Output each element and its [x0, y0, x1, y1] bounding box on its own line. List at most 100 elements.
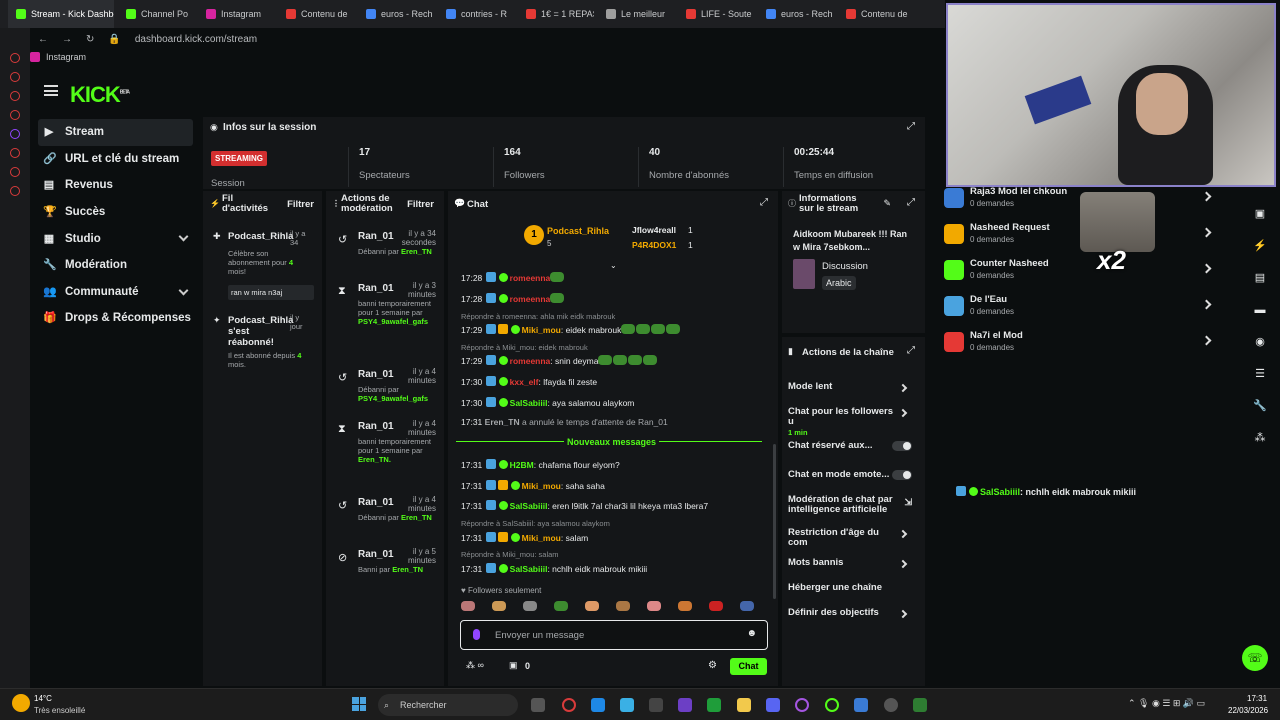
chevron-right-icon[interactable]	[1201, 335, 1212, 346]
browser-tab[interactable]: Channel Po	[118, 0, 194, 28]
channel-action-5[interactable]: Modération de chat par intelligence arti…	[788, 495, 916, 515]
taskbar-app-icon[interactable]	[678, 698, 692, 712]
mic-icon[interactable]	[473, 629, 480, 640]
nav-item-url-et-clé-du-stream[interactable]: 🔗 URL et clé du stream	[38, 146, 193, 173]
taskbar-app-icon[interactable]	[620, 698, 634, 712]
channel-action-6[interactable]: Restriction d'âge du com	[788, 528, 916, 548]
chevron-right-icon[interactable]	[1201, 191, 1212, 202]
message-user[interactable]: Miki_mou	[522, 481, 561, 491]
taskbar-app-icon[interactable]	[591, 698, 605, 712]
moderation-item[interactable]: ⊘ Ran_01 il y a 5 minutes Banni par Eren_TN	[326, 547, 444, 595]
message-user[interactable]: SalSabiiil	[510, 501, 548, 511]
moderation-item[interactable]: ↺ Ran_01 il y a 34 secondes Débanni par Ere…	[326, 229, 444, 277]
nav-item-modération[interactable]: 🔧 Modération	[38, 252, 193, 279]
nav-item-drops-récompenses[interactable]: 🎁 Drops & Récompenses	[38, 305, 193, 332]
browser-tab[interactable]: Contenu de	[278, 0, 354, 28]
message-user[interactable]: Miki_mou	[522, 533, 561, 543]
popout-icon[interactable]: ⤢	[907, 121, 915, 132]
taskbar-app-icon[interactable]	[649, 698, 663, 712]
address-bar[interactable]: ← → ↻ 🔒 dashboard.kick.com/stream	[0, 28, 945, 50]
browser-tab[interactable]: LIFE - Soute	[678, 0, 754, 28]
moderation-target[interactable]: Ran_01	[358, 369, 394, 380]
message-user[interactable]: romeenna	[510, 294, 551, 304]
taskbar-search[interactable]: ⌕ Rechercher	[378, 694, 518, 716]
channel-action-4[interactable]: Chat en mode emote...	[788, 470, 916, 480]
browser-tab[interactable]: euros - Rech	[358, 0, 434, 28]
message-user[interactable]: Eren_TN	[485, 417, 520, 427]
url-text[interactable]: dashboard.kick.com/stream	[135, 34, 257, 45]
popout-icon[interactable]: ⤢	[907, 197, 915, 208]
clock-time[interactable]: 17:31	[1247, 694, 1267, 703]
message-user[interactable]: SalSabiiil	[510, 398, 548, 408]
browser-tab[interactable]: euros - Rech	[758, 0, 834, 28]
menu-icon[interactable]	[44, 85, 58, 96]
opera-gx-icon[interactable]	[795, 698, 809, 712]
top-gifter-name[interactable]: Podcast_Rihla	[547, 226, 609, 236]
chevron-right-icon[interactable]	[898, 559, 908, 569]
message-user[interactable]: SalSabiiil	[510, 564, 548, 574]
layout-icon[interactable]: ▣	[1251, 205, 1269, 223]
folder-icon[interactable]	[737, 698, 751, 712]
nav-item-revenus[interactable]: ▤ Revenus	[38, 172, 193, 199]
chevron-right-icon[interactable]	[1201, 263, 1212, 274]
channel-action-9[interactable]: Définir des objectifs	[788, 608, 916, 619]
toggle-switch[interactable]	[892, 470, 912, 480]
forward-icon[interactable]: →	[62, 34, 72, 45]
message-user[interactable]: romeenna	[510, 356, 551, 366]
moderation-moderator[interactable]: PSY4_9awafel_gafs	[358, 394, 428, 403]
windows-start-icon[interactable]	[352, 697, 366, 711]
nav-item-studio[interactable]: ▦ Studio	[38, 225, 193, 252]
support-icon[interactable]: ☏	[1242, 645, 1268, 671]
edit-icon[interactable]: ✎	[883, 198, 891, 209]
list-icon[interactable]: ☰	[1251, 365, 1269, 383]
sidebar-icon[interactable]	[10, 91, 20, 101]
browser-tab[interactable]: contries - R	[438, 0, 514, 28]
reward-item[interactable]: De l'Eau 0 demandes	[942, 294, 1222, 324]
chevron-down-icon[interactable]	[178, 285, 189, 296]
moderation-moderator[interactable]: Eren_TN.	[358, 455, 391, 464]
reward-item[interactable]: Na7i el Mod 0 demandes	[942, 330, 1222, 360]
moderation-item[interactable]: ↺ Ran_01 il y a 4 minutes Débanni par Eren_…	[326, 495, 444, 543]
moderation-moderator[interactable]: Eren_TN	[392, 565, 423, 574]
gifter-name[interactable]: P4R4DOX1	[632, 240, 676, 250]
nav-item-succ-s[interactable]: 🏆 Succès	[38, 199, 193, 226]
kick-app-icon[interactable]	[913, 698, 927, 712]
gear-icon[interactable]: ⚙	[708, 660, 717, 671]
moderation-target[interactable]: Ran_01	[358, 421, 394, 432]
broadcast-icon[interactable]: ◉	[1251, 333, 1269, 351]
message-user[interactable]: Miki_mou	[522, 325, 561, 335]
sidebar-icon[interactable]	[10, 72, 20, 82]
discord-icon[interactable]	[766, 698, 780, 712]
channel-action-3[interactable]: Chat réservé aux...	[788, 441, 916, 451]
chat-input[interactable]: Envoyer un message ☻	[460, 620, 768, 650]
message-user[interactable]: H2BM	[510, 460, 534, 470]
popout-icon[interactable]: ⤢	[907, 345, 915, 356]
reward-item[interactable]: Counter Nasheed 0 demandes	[942, 258, 1222, 288]
sidebar-icon[interactable]	[10, 110, 20, 120]
filter-button[interactable]: Filtrer	[287, 199, 314, 210]
sidebar-icon[interactable]	[10, 186, 20, 196]
moderation-item[interactable]: ↺ Ran_01 il y a 4 minutes Débanni par PSY4_…	[326, 367, 444, 415]
notes-icon[interactable]: ▤	[1251, 269, 1269, 287]
browser-tab[interactable]: 1€ = 1 REPAS	[518, 0, 594, 28]
xbox-icon[interactable]	[707, 698, 721, 712]
obs-icon[interactable]	[884, 698, 898, 712]
nav-item-communauté[interactable]: 👥 Communauté	[38, 279, 193, 306]
moderation-target[interactable]: Ran_01	[358, 283, 394, 294]
bookmark-instagram[interactable]: Instagram	[30, 52, 86, 62]
chevron-right-icon[interactable]	[1201, 227, 1212, 238]
external-icon[interactable]: ⇲	[904, 497, 912, 508]
browser-tab[interactable]: Stream - Kick Dashbo	[8, 0, 114, 28]
taskbar-app-icon[interactable]	[854, 698, 868, 712]
moderation-moderator[interactable]: Eren_TN	[401, 513, 432, 522]
moderation-target[interactable]: Ran_01	[358, 231, 394, 242]
chevron-right-icon[interactable]	[898, 529, 908, 539]
tray-icons[interactable]: ⌃ 🎙 ◉ ☰ ⊞ 🔊 ▭	[1128, 698, 1205, 709]
chevron-right-icon[interactable]	[898, 408, 908, 418]
filter-button[interactable]: Filtrer	[407, 199, 434, 210]
activity-user[interactable]: Podcast_Rihla	[228, 231, 293, 242]
chat-scrollbar[interactable]	[773, 444, 776, 599]
chevron-right-icon[interactable]	[898, 383, 908, 393]
emoji-icon[interactable]: ☻	[746, 628, 757, 639]
moderation-item[interactable]: ⧗ Ran_01 il y a 4 minutes banni temporairem…	[326, 419, 444, 467]
